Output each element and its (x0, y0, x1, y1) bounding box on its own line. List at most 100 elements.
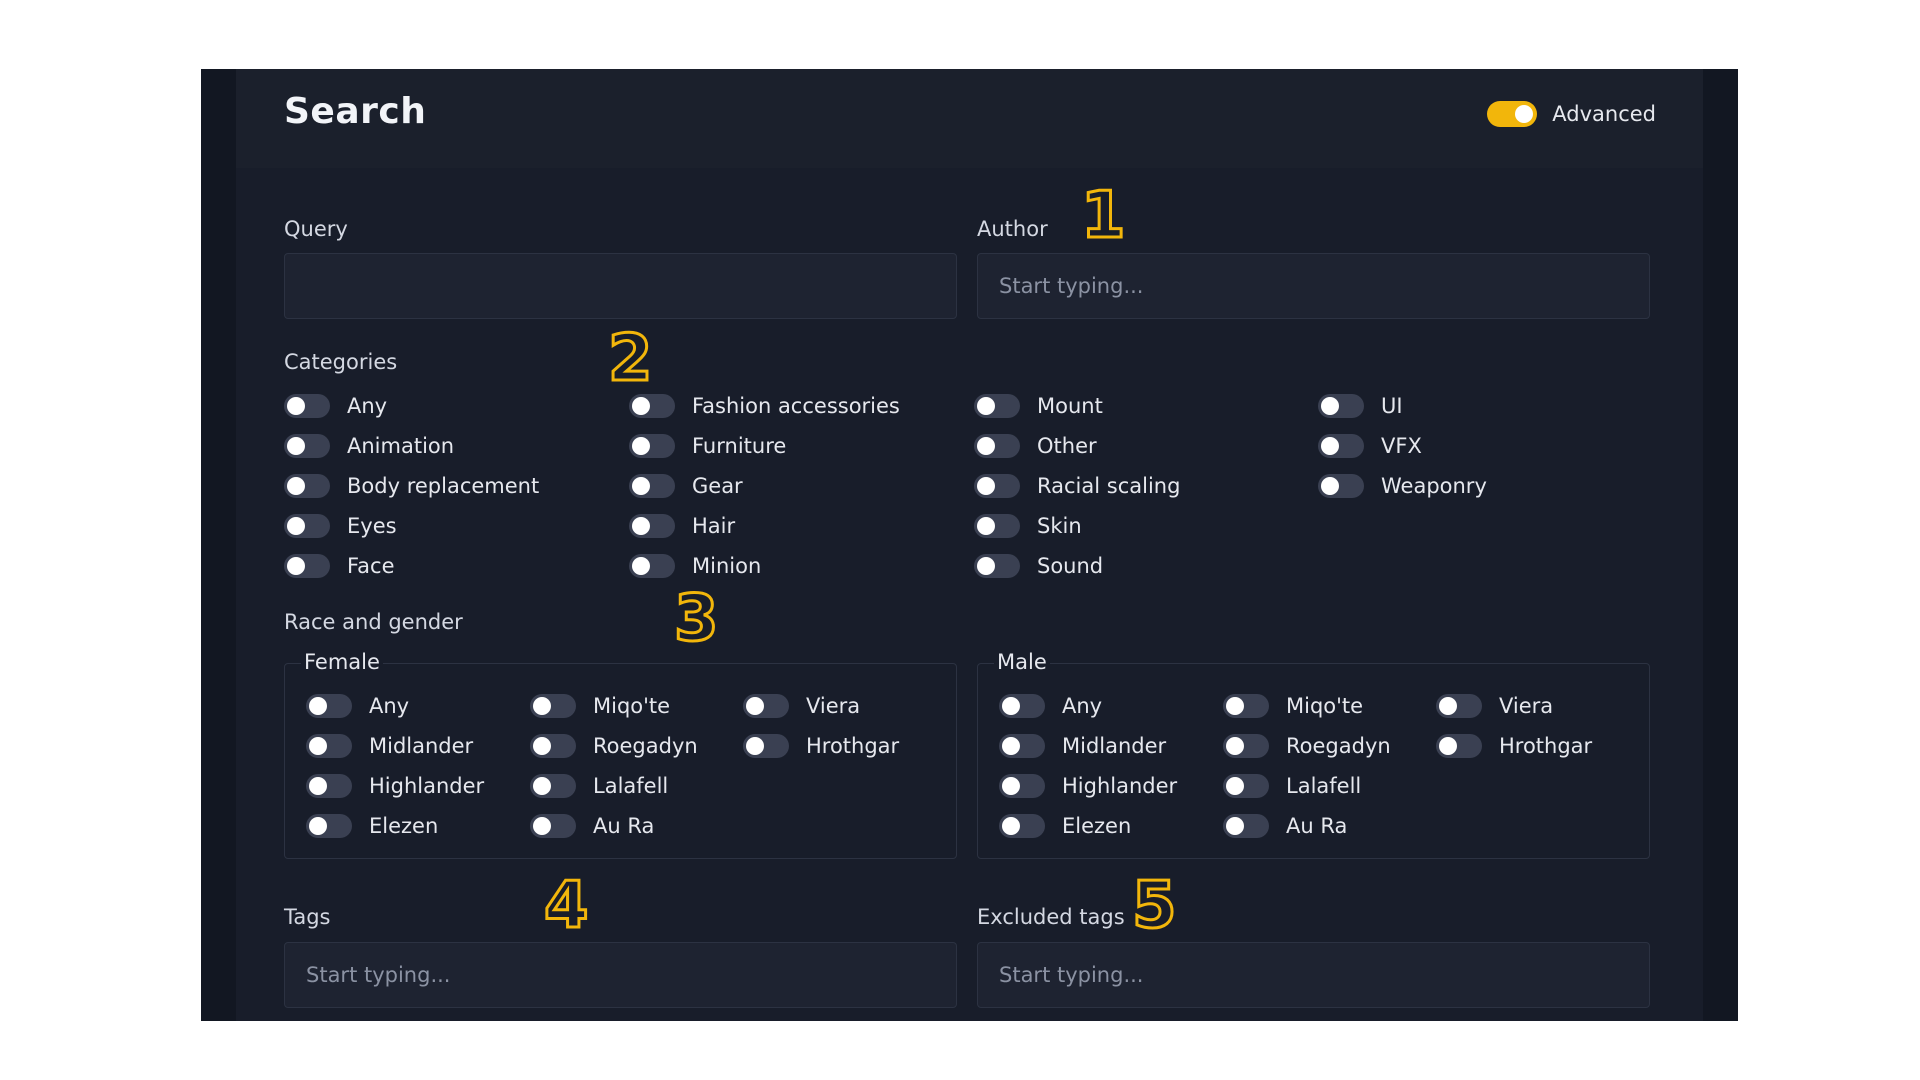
male-fieldset: Male Any Midlander Highlander Elezen Miqo'te… (977, 650, 1650, 859)
race-gender-label: Race and gender (284, 610, 463, 634)
male-option-lalafell[interactable]: Lalafell (1223, 771, 1361, 801)
female-option-miqo-te[interactable]: Miqo'te (530, 691, 670, 721)
category-toggle[interactable] (974, 514, 1020, 538)
category-toggle[interactable] (974, 394, 1020, 418)
category-toggle[interactable] (284, 554, 330, 578)
category-option-mount[interactable]: Mount (974, 391, 1103, 421)
category-option-ui[interactable]: UI (1318, 391, 1403, 421)
category-toggle[interactable] (974, 554, 1020, 578)
female-option-elezen[interactable]: Elezen (306, 811, 438, 841)
male-toggle[interactable] (999, 774, 1045, 798)
query-input[interactable] (306, 274, 956, 298)
category-toggle[interactable] (974, 434, 1020, 458)
male-option-midlander[interactable]: Midlander (999, 731, 1166, 761)
category-option-furniture[interactable]: Furniture (629, 431, 786, 461)
category-option-fashion-accessories[interactable]: Fashion accessories (629, 391, 900, 421)
female-toggle[interactable] (530, 814, 576, 838)
tags-input[interactable] (306, 963, 956, 987)
male-option-elezen[interactable]: Elezen (999, 811, 1131, 841)
excluded-tags-input-box[interactable] (977, 942, 1650, 1008)
female-toggle[interactable] (743, 734, 789, 758)
female-toggle[interactable] (306, 694, 352, 718)
category-toggle[interactable] (629, 434, 675, 458)
author-input[interactable] (999, 274, 1649, 298)
male-toggle[interactable] (1436, 694, 1482, 718)
male-option-roegadyn[interactable]: Roegadyn (1223, 731, 1391, 761)
female-option-label: Lalafell (593, 774, 669, 798)
excluded-tags-input[interactable] (999, 963, 1649, 987)
category-toggle[interactable] (284, 394, 330, 418)
male-option-viera[interactable]: Viera (1436, 691, 1553, 721)
category-option-vfx[interactable]: VFX (1318, 431, 1422, 461)
female-toggle[interactable] (743, 694, 789, 718)
male-toggle[interactable] (1223, 734, 1269, 758)
panel-header: Search Advanced (236, 69, 1703, 168)
female-toggle[interactable] (306, 774, 352, 798)
male-legend: Male (994, 650, 1050, 674)
query-input-box[interactable] (284, 253, 957, 319)
female-option-highlander[interactable]: Highlander (306, 771, 484, 801)
author-input-box[interactable] (977, 253, 1650, 319)
category-option-gear[interactable]: Gear (629, 471, 743, 501)
category-toggle[interactable] (1318, 394, 1364, 418)
male-option-label: Highlander (1062, 774, 1178, 798)
category-option-weaponry[interactable]: Weaponry (1318, 471, 1487, 501)
category-option-minion[interactable]: Minion (629, 551, 761, 581)
female-option-au-ra[interactable]: Au Ra (530, 811, 654, 841)
category-toggle[interactable] (629, 554, 675, 578)
male-option-any[interactable]: Any (999, 691, 1102, 721)
male-toggle[interactable] (1223, 814, 1269, 838)
female-option-label: Au Ra (593, 814, 655, 838)
category-option-animation[interactable]: Animation (284, 431, 454, 461)
category-toggle[interactable] (284, 434, 330, 458)
advanced-toggle[interactable] (1487, 101, 1538, 127)
category-toggle[interactable] (629, 474, 675, 498)
category-toggle[interactable] (284, 514, 330, 538)
page-title: Search (284, 91, 427, 132)
tags-input-box[interactable] (284, 942, 957, 1008)
male-toggle[interactable] (1223, 694, 1269, 718)
female-option-hrothgar[interactable]: Hrothgar (743, 731, 899, 761)
female-option-roegadyn[interactable]: Roegadyn (530, 731, 698, 761)
male-toggle[interactable] (999, 734, 1045, 758)
category-option-skin[interactable]: Skin (974, 511, 1082, 541)
category-option-body-replacement[interactable]: Body replacement (284, 471, 539, 501)
female-toggle[interactable] (306, 814, 352, 838)
tags-label: Tags (284, 905, 331, 929)
category-toggle[interactable] (629, 394, 675, 418)
female-option-label: Hrothgar (806, 734, 900, 758)
female-option-lalafell[interactable]: Lalafell (530, 771, 668, 801)
category-option-label: Weaponry (1381, 474, 1487, 498)
category-option-racial-scaling[interactable]: Racial scaling (974, 471, 1180, 501)
category-toggle[interactable] (1318, 434, 1364, 458)
category-option-hair[interactable]: Hair (629, 511, 735, 541)
category-option-any[interactable]: Any (284, 391, 387, 421)
female-toggle[interactable] (530, 694, 576, 718)
female-toggle[interactable] (530, 734, 576, 758)
male-option-miqo-te[interactable]: Miqo'te (1223, 691, 1363, 721)
female-toggle[interactable] (530, 774, 576, 798)
male-option-au-ra[interactable]: Au Ra (1223, 811, 1347, 841)
category-option-eyes[interactable]: Eyes (284, 511, 397, 541)
advanced-toggle-row[interactable]: Advanced (1487, 99, 1656, 129)
category-option-other[interactable]: Other (974, 431, 1097, 461)
category-option-sound[interactable]: Sound (974, 551, 1103, 581)
female-toggle[interactable] (306, 734, 352, 758)
female-option-any[interactable]: Any (306, 691, 409, 721)
male-option-highlander[interactable]: Highlander (999, 771, 1177, 801)
category-toggle[interactable] (1318, 474, 1364, 498)
male-option-label: Au Ra (1286, 814, 1348, 838)
category-option-face[interactable]: Face (284, 551, 395, 581)
male-toggle[interactable] (1436, 734, 1482, 758)
male-toggle[interactable] (1223, 774, 1269, 798)
category-toggle[interactable] (284, 474, 330, 498)
male-toggle[interactable] (999, 814, 1045, 838)
category-toggle[interactable] (629, 514, 675, 538)
annotation-4: 4 (543, 869, 591, 943)
category-toggle[interactable] (974, 474, 1020, 498)
male-option-hrothgar[interactable]: Hrothgar (1436, 731, 1592, 761)
female-option-midlander[interactable]: Midlander (306, 731, 473, 761)
female-option-viera[interactable]: Viera (743, 691, 860, 721)
male-toggle[interactable] (999, 694, 1045, 718)
female-fieldset: Female Any Midlander Highlander Elezen Miqo'… (284, 650, 957, 859)
